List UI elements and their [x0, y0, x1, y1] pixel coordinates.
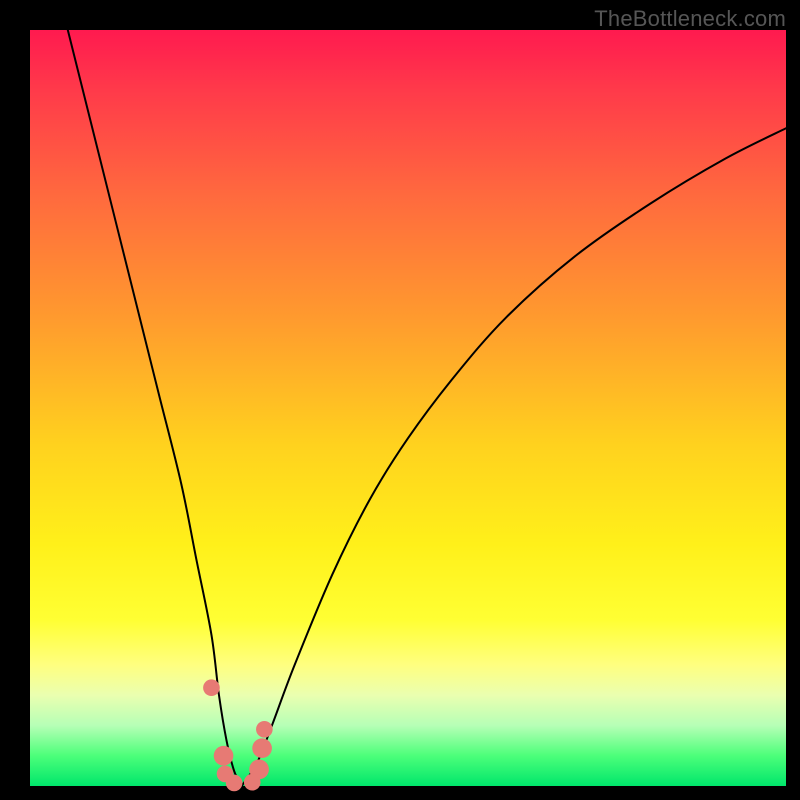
plot-area [30, 30, 786, 786]
data-marker [256, 721, 273, 738]
watermark-text: TheBottleneck.com [594, 6, 786, 32]
data-marker [214, 746, 234, 766]
curve-right-branch [242, 128, 786, 786]
curve-left-branch [68, 30, 242, 786]
curves-svg [30, 30, 786, 786]
marker-group [203, 679, 273, 791]
data-marker [226, 775, 243, 792]
data-marker [249, 760, 269, 780]
data-marker [252, 738, 272, 758]
chart-frame: TheBottleneck.com [0, 0, 800, 800]
series-group [68, 30, 786, 786]
data-marker [203, 679, 220, 696]
